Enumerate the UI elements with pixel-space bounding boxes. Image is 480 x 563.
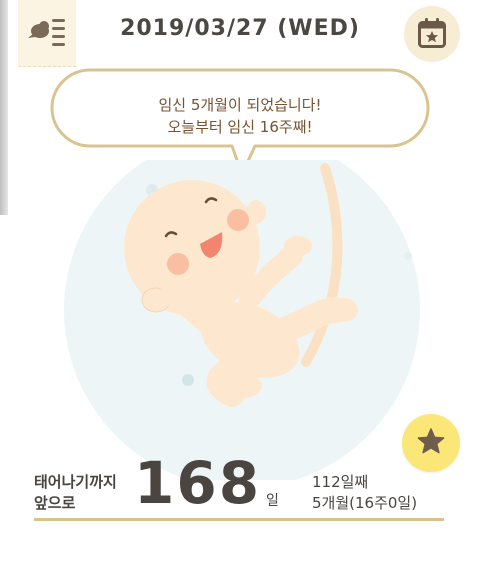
calendar-star-icon xyxy=(418,18,446,48)
countdown-label: 태어나기까지 앞으로 xyxy=(34,473,117,512)
star-icon xyxy=(417,428,445,454)
favorite-button[interactable] xyxy=(402,414,460,472)
pregnancy-stats: 112일째 5개월(16주0일) xyxy=(312,472,417,514)
side-edge xyxy=(0,0,8,215)
menu-button[interactable] xyxy=(18,0,76,67)
divider xyxy=(34,518,444,521)
calendar-button[interactable] xyxy=(404,6,460,62)
month-week: 5개월(16주0일) xyxy=(312,494,418,512)
days-remaining: 168 xyxy=(134,449,262,517)
days-unit: 일 xyxy=(266,493,279,509)
fetus-illustration xyxy=(64,160,420,480)
bird-menu-icon xyxy=(28,19,65,46)
day-count: 112일째 xyxy=(312,473,369,491)
current-date: 2019/03/27 (WED) xyxy=(120,16,360,41)
bubble-line-1: 임신 5개월이 되었습니다! xyxy=(158,96,322,114)
bubble-line-2: 오늘부터 임신 16주째! xyxy=(167,118,313,136)
